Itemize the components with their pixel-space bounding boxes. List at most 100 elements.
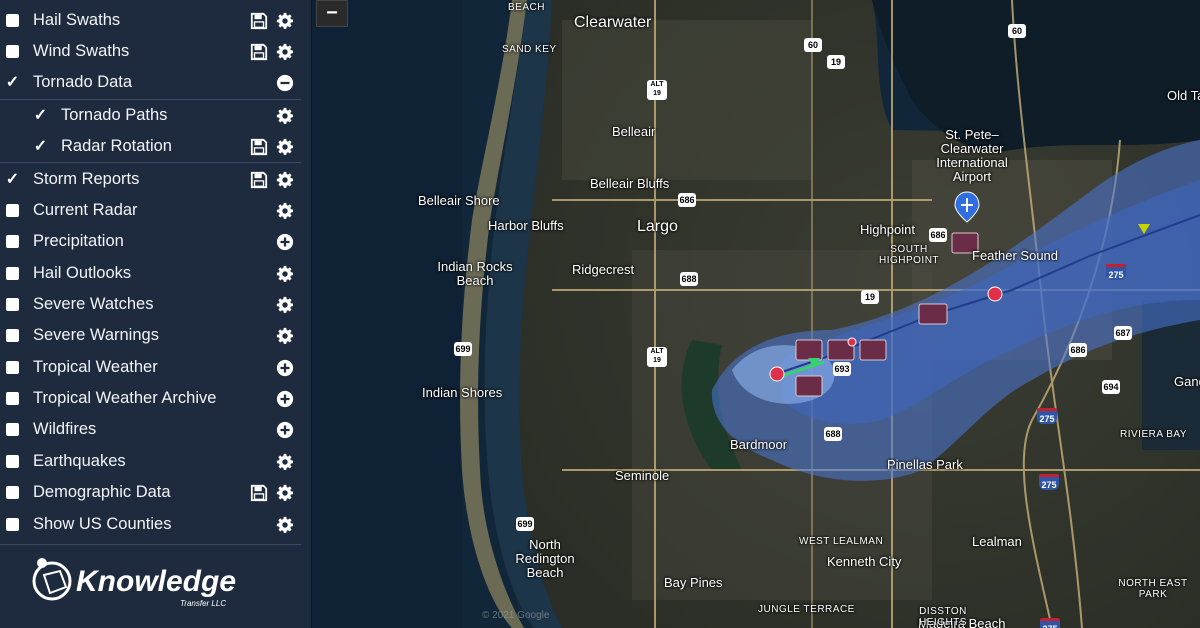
layer-row-demographic-data[interactable]: Demographic Data bbox=[0, 477, 311, 508]
gear-icon[interactable] bbox=[276, 265, 294, 283]
layer-label[interactable]: Hail Outlooks bbox=[33, 264, 276, 283]
layer-actions bbox=[276, 202, 294, 220]
gear-icon[interactable] bbox=[276, 296, 294, 314]
radar-rotation-marker[interactable] bbox=[795, 375, 823, 397]
layer-row-wildfires[interactable]: Wildfires bbox=[0, 414, 311, 445]
minus-circle-icon[interactable] bbox=[276, 74, 294, 92]
layer-checkbox[interactable] bbox=[6, 329, 19, 342]
layer-row-radar-rotation[interactable]: ✓ Radar Rotation bbox=[0, 131, 311, 162]
place-label: Old Tampa bbox=[1167, 88, 1200, 103]
route-shield: 699 bbox=[454, 342, 472, 356]
gear-icon[interactable] bbox=[276, 107, 294, 125]
layer-actions bbox=[250, 12, 294, 30]
layer-label[interactable]: Severe Warnings bbox=[33, 326, 276, 345]
layer-label[interactable]: Wind Swaths bbox=[33, 42, 250, 61]
plus-circle-icon[interactable] bbox=[276, 390, 294, 408]
layer-checkbox[interactable] bbox=[6, 455, 19, 468]
layer-checkbox[interactable] bbox=[6, 518, 19, 531]
layer-row-wind-swaths[interactable]: Wind Swaths bbox=[0, 36, 311, 67]
layer-actions bbox=[276, 453, 294, 471]
sidebar-divider bbox=[0, 162, 301, 163]
layer-label[interactable]: Tornado Data bbox=[33, 73, 276, 92]
layer-checkbox[interactable] bbox=[6, 204, 19, 217]
gear-icon[interactable] bbox=[276, 453, 294, 471]
storm-report-marker[interactable] bbox=[847, 337, 857, 347]
radar-rotation-marker[interactable] bbox=[918, 303, 948, 325]
layer-label[interactable]: Wildfires bbox=[33, 420, 276, 439]
layer-row-severe-warnings[interactable]: Severe Warnings bbox=[0, 320, 311, 351]
layer-checkbox[interactable] bbox=[6, 423, 19, 436]
gear-icon[interactable] bbox=[276, 138, 294, 156]
neighborhood-label: SAND KEY bbox=[502, 44, 557, 55]
save-icon[interactable] bbox=[250, 138, 268, 156]
layer-row-tornado-paths[interactable]: ✓ Tornado Paths bbox=[0, 100, 311, 131]
layer-label[interactable]: Precipitation bbox=[33, 232, 276, 251]
route-shield: 686 bbox=[1069, 343, 1087, 357]
layer-label[interactable]: Severe Watches bbox=[33, 295, 276, 314]
layer-checkbox[interactable] bbox=[6, 14, 19, 27]
layer-row-severe-watches[interactable]: Severe Watches bbox=[0, 289, 311, 320]
route-shield: 688 bbox=[824, 427, 842, 441]
plus-circle-icon[interactable] bbox=[276, 421, 294, 439]
layer-label[interactable]: Current Radar bbox=[33, 201, 276, 220]
layer-label[interactable]: Demographic Data bbox=[33, 483, 250, 502]
layer-row-hail-swaths[interactable]: Hail Swaths bbox=[0, 5, 311, 36]
save-icon[interactable] bbox=[250, 171, 268, 189]
layer-actions bbox=[276, 516, 294, 534]
sidebar-divider bbox=[0, 544, 301, 545]
layer-row-storm-reports[interactable]: ✓ Storm Reports bbox=[0, 164, 311, 195]
layer-row-earthquakes[interactable]: Earthquakes bbox=[0, 446, 311, 477]
save-icon[interactable] bbox=[250, 43, 268, 61]
route-shield: 694 bbox=[1102, 380, 1120, 394]
radar-rotation-marker[interactable] bbox=[795, 339, 823, 361]
save-icon[interactable] bbox=[250, 12, 268, 30]
place-label: Pinellas Park bbox=[887, 457, 963, 472]
storm-report-marker[interactable] bbox=[769, 366, 785, 382]
layer-label[interactable]: Storm Reports bbox=[33, 170, 250, 189]
layer-label[interactable]: Tropical Weather Archive bbox=[33, 389, 276, 408]
plus-circle-icon[interactable] bbox=[276, 233, 294, 251]
place-label: Ridgecrest bbox=[572, 262, 635, 277]
layer-actions bbox=[276, 233, 294, 251]
layer-checkbox[interactable] bbox=[6, 486, 19, 499]
gear-icon[interactable] bbox=[276, 327, 294, 345]
layer-checkbox[interactable]: ✓ bbox=[34, 139, 47, 155]
neighborhood-label: RIVIERA BAY bbox=[1120, 429, 1188, 440]
place-label: Indian Shores bbox=[422, 385, 503, 400]
layer-checkbox[interactable] bbox=[6, 267, 19, 280]
layer-checkbox[interactable] bbox=[6, 45, 19, 58]
layer-row-show-us-counties[interactable]: Show US Counties bbox=[0, 509, 311, 540]
storm-report-marker[interactable] bbox=[987, 286, 1003, 302]
layer-label[interactable]: Tropical Weather bbox=[33, 358, 276, 377]
layer-row-hail-outlooks[interactable]: Hail Outlooks bbox=[0, 258, 311, 289]
layer-label[interactable]: Earthquakes bbox=[33, 452, 276, 471]
layer-checkbox[interactable] bbox=[6, 361, 19, 374]
layer-label[interactable]: Radar Rotation bbox=[61, 137, 250, 156]
gear-icon[interactable] bbox=[276, 43, 294, 61]
layer-row-tropical-weather-archive[interactable]: Tropical Weather Archive bbox=[0, 383, 311, 414]
layer-checkbox[interactable] bbox=[6, 298, 19, 311]
radar-rotation-marker[interactable] bbox=[859, 339, 887, 361]
layer-label[interactable]: Hail Swaths bbox=[33, 11, 250, 30]
layer-row-current-radar[interactable]: Current Radar bbox=[0, 195, 311, 226]
layer-row-precipitation[interactable]: Precipitation bbox=[0, 226, 311, 257]
zoom-out-button[interactable]: − bbox=[316, 0, 348, 27]
map-imagery[interactable] bbox=[312, 0, 1200, 628]
layer-label[interactable]: Tornado Paths bbox=[61, 106, 276, 125]
layer-row-tropical-weather[interactable]: Tropical Weather bbox=[0, 352, 311, 383]
layer-checkbox[interactable] bbox=[6, 392, 19, 405]
layer-checkbox[interactable]: ✓ bbox=[6, 172, 19, 188]
gear-icon[interactable] bbox=[276, 171, 294, 189]
layer-checkbox[interactable]: ✓ bbox=[34, 108, 47, 124]
gear-icon[interactable] bbox=[276, 12, 294, 30]
gear-icon[interactable] bbox=[276, 484, 294, 502]
plus-circle-icon[interactable] bbox=[276, 359, 294, 377]
layer-label[interactable]: Show US Counties bbox=[33, 515, 276, 534]
gear-icon[interactable] bbox=[276, 202, 294, 220]
layer-checkbox[interactable] bbox=[6, 235, 19, 248]
layer-row-tornado-data[interactable]: ✓ Tornado Data bbox=[0, 67, 311, 98]
layer-checkbox[interactable]: ✓ bbox=[6, 75, 19, 91]
save-icon[interactable] bbox=[250, 484, 268, 502]
gear-icon[interactable] bbox=[276, 516, 294, 534]
map-view[interactable]: − Clearwater Belleair Belleair Bluffs Belle… bbox=[312, 0, 1200, 628]
